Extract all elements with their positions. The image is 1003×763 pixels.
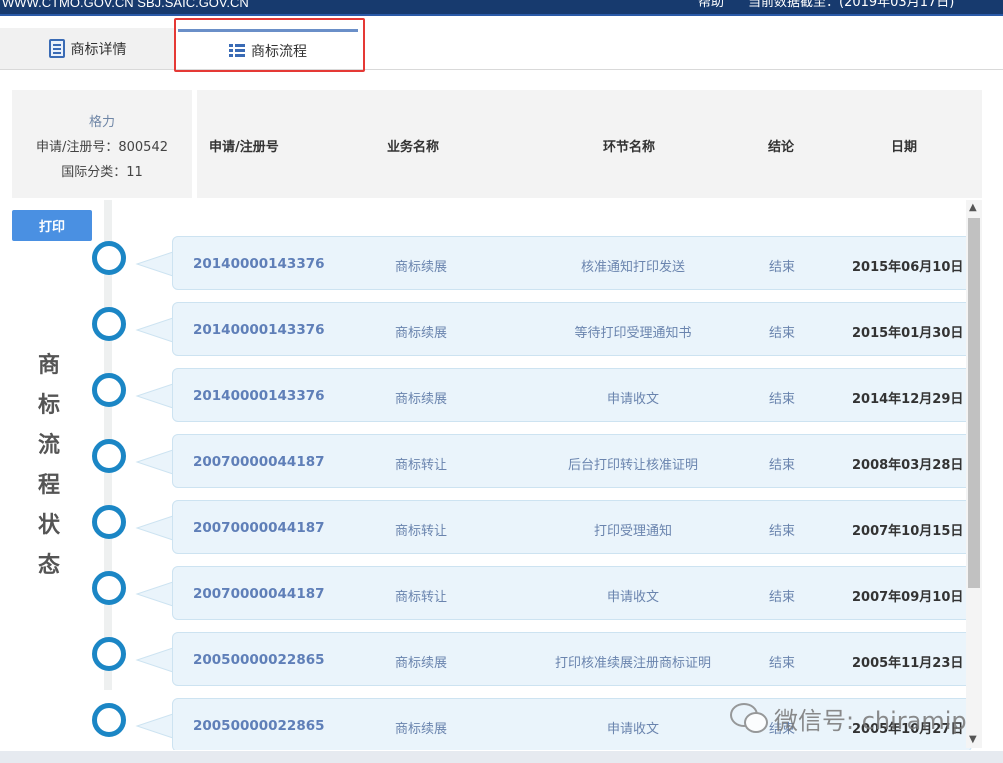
row-business: 商标续展 — [395, 656, 448, 671]
column-header-business: 业务名称 — [387, 140, 440, 155]
table-header: 申请/注册号 业务名称 环节名称 结论 日期 — [197, 90, 982, 198]
tab-bar: 商标详情 商标流程 — [0, 16, 1003, 70]
flow-row[interactable]: 20070000044187 商标转让 打印受理通知 结束 2007年10月15日 — [172, 500, 972, 554]
registration-number: 申请/注册号：800542 — [35, 140, 168, 155]
row-business: 商标续展 — [395, 392, 448, 407]
row-business: 商标续展 — [395, 326, 448, 341]
tab-label: 商标流程 — [251, 44, 307, 60]
document-icon — [48, 39, 65, 58]
timeline-node-icon — [92, 505, 126, 539]
timeline-node-icon — [92, 703, 126, 737]
help-link[interactable]: 帮助 — [698, 0, 724, 9]
card-pointer — [135, 383, 174, 409]
scroll-down-icon[interactable]: ▼ — [969, 734, 977, 745]
site-url: WWW.CTMO.GOV.CN SBJ.SAIC.GOV.CN — [2, 0, 249, 10]
card-pointer — [135, 647, 174, 673]
row-business: 商标续展 — [395, 260, 448, 275]
row-result: 结束 — [769, 524, 796, 539]
card-pointer — [135, 515, 174, 541]
column-header-step: 环节名称 — [603, 140, 656, 155]
row-number: 20140000143376 — [193, 388, 325, 404]
brand-name: 格力 — [88, 115, 115, 130]
row-number: 20070000044187 — [193, 454, 325, 470]
row-number: 20140000143376 — [193, 256, 325, 272]
data-date: 当前数据截至：(2019年03月17日) — [748, 0, 955, 10]
row-step: 申请收文 — [606, 392, 659, 407]
row-step: 打印受理通知 — [593, 524, 672, 539]
row-result: 结束 — [769, 590, 796, 605]
tab-label: 商标详情 — [70, 41, 127, 58]
row-result: 结束 — [769, 260, 796, 275]
column-header-result: 结论 — [768, 140, 795, 155]
row-date: 2005年11月23日 — [852, 656, 964, 671]
row-date: 2015年06月10日 — [852, 260, 964, 275]
row-number: 20050000022865 — [193, 652, 325, 668]
flow-row[interactable]: 20070000044187 商标转让 申请收文 结束 2007年09月10日 — [172, 566, 972, 620]
row-date: 2015年01月30日 — [852, 326, 964, 341]
row-step: 核准通知打印发送 — [580, 260, 685, 275]
row-number: 20070000044187 — [193, 586, 325, 602]
flow-timeline: 20140000143376 商标续展 核准通知打印发送 结束 2015年06月10日 2… — [0, 200, 1003, 750]
row-result: 结束 — [769, 326, 796, 341]
column-header-date: 日期 — [891, 140, 918, 155]
row-date: 2008年03月28日 — [852, 458, 964, 473]
card-pointer — [135, 317, 174, 343]
row-step: 后台打印转让核准证明 — [567, 458, 698, 473]
row-result: 结束 — [769, 458, 796, 473]
international-class: 国际分类：11 — [61, 165, 143, 180]
row-result: 结束 — [769, 392, 796, 407]
row-business: 商标转让 — [395, 524, 448, 539]
row-step: 等待打印受理通知书 — [574, 326, 692, 341]
row-step: 申请收文 — [606, 590, 659, 605]
flow-row[interactable]: 20050000022865 商标续展 打印核准续展注册商标证明 结束 2005年11月… — [172, 632, 972, 686]
row-business: 商标转让 — [395, 458, 448, 473]
timeline-node-icon — [92, 571, 126, 605]
flow-row[interactable]: 20070000044187 商标转让 后台打印转让核准证明 结束 2008年03月28… — [172, 434, 972, 488]
card-pointer — [135, 449, 174, 475]
flow-row[interactable]: 20140000143376 商标续展 申请收文 结束 2014年12月29日 — [172, 368, 972, 422]
timeline-node-icon — [92, 307, 126, 341]
column-header-number: 申请/注册号 — [209, 140, 279, 155]
tab-baseline — [0, 69, 1003, 70]
row-number: 20140000143376 — [193, 322, 325, 338]
row-business: 商标续展 — [395, 722, 448, 737]
timeline-node-icon — [92, 637, 126, 671]
timeline-node-icon — [92, 439, 126, 473]
tab-trademark-detail[interactable]: 商标详情 — [0, 28, 176, 69]
row-number: 20070000044187 — [193, 520, 325, 536]
flow-row[interactable]: 20140000143376 商标续展 等待打印受理通知书 结束 2015年01月30日 — [172, 302, 972, 356]
top-banner: WWW.CTMO.GOV.CN SBJ.SAIC.GOV.CN 帮助 当前数据截… — [0, 0, 1003, 14]
card-pointer — [135, 251, 174, 277]
bottom-bar — [0, 751, 1003, 763]
scroll-thumb[interactable] — [968, 218, 980, 588]
card-pointer — [135, 581, 174, 607]
row-business: 商标转让 — [395, 590, 448, 605]
watermark-text: 微信号: chiramip — [774, 706, 967, 735]
scrollbar[interactable]: ▲ ▼ — [966, 200, 982, 748]
timeline-node-icon — [92, 241, 126, 275]
tab-trademark-flow[interactable]: 商标流程 — [178, 29, 358, 70]
wechat-icon — [730, 703, 768, 733]
row-step: 打印核准续展注册商标证明 — [554, 656, 711, 671]
trademark-info-panel: 格力 申请/注册号：800542 国际分类：11 — [12, 90, 192, 198]
list-icon — [229, 44, 245, 58]
watermark: 微信号: chiramip — [730, 698, 967, 738]
scroll-up-icon[interactable]: ▲ — [969, 202, 977, 213]
row-number: 20050000022865 — [193, 718, 325, 734]
row-result: 结束 — [769, 656, 796, 671]
timeline-node-icon — [92, 373, 126, 407]
row-date: 2007年09月10日 — [852, 590, 964, 605]
row-date: 2007年10月15日 — [852, 524, 964, 539]
card-pointer — [135, 713, 174, 739]
row-date: 2014年12月29日 — [852, 392, 964, 407]
flow-row[interactable]: 20140000143376 商标续展 核准通知打印发送 结束 2015年06月10日 — [172, 236, 972, 290]
